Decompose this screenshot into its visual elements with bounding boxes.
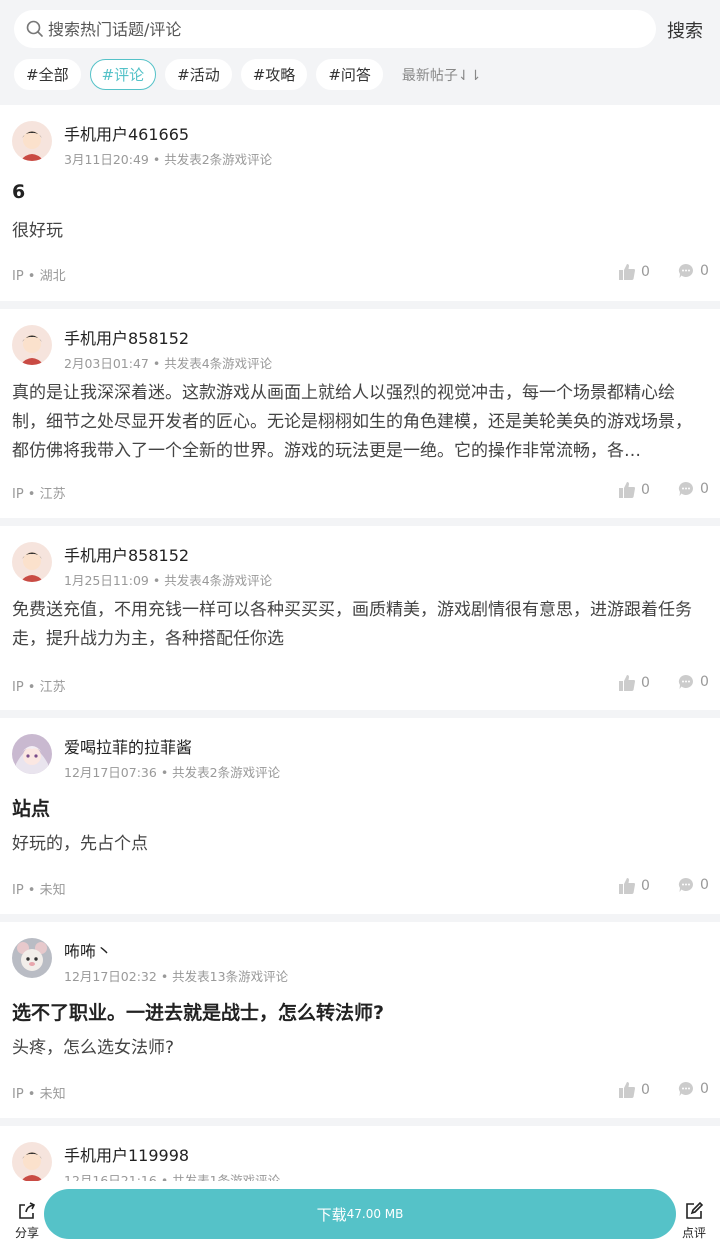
review-count: 共发表13条游戏评论 <box>172 969 289 984</box>
share-label: 分享 <box>14 1226 39 1240</box>
avatar[interactable] <box>12 325 52 365</box>
post-card[interactable]: 咘咘丶 12月17日02:32 • 共发表13条游戏评论 选不了职业。一进去就是… <box>0 922 720 1118</box>
review-count: 共发表2条游戏评论 <box>172 765 281 780</box>
post-body: 很好玩 <box>12 221 63 241</box>
like-count: 0 <box>641 674 650 691</box>
post-body: 头疼，怎么选女法师? <box>12 1038 175 1058</box>
search-input[interactable] <box>48 19 628 39</box>
tag-all[interactable]: #全部 <box>14 59 81 90</box>
review-count: 共发表4条游戏评论 <box>164 573 273 588</box>
share-icon <box>19 1202 36 1219</box>
review-button[interactable]: 点评 <box>679 1201 709 1241</box>
comment-icon <box>678 1081 693 1096</box>
avatar[interactable] <box>12 1142 52 1182</box>
avatar[interactable] <box>12 121 52 161</box>
comment-count: 0 <box>700 877 709 893</box>
like-button[interactable]: 0 <box>619 674 650 691</box>
comment-count: 0 <box>700 263 709 279</box>
comment-icon <box>678 481 693 496</box>
avatar[interactable] <box>12 938 52 978</box>
search-button[interactable]: 搜索 <box>667 17 703 43</box>
bottom-action-bar: 分享 下载 47.00 MB 点评 <box>0 1181 720 1247</box>
edit-icon <box>686 1201 704 1219</box>
post-title: 站点 <box>12 798 51 820</box>
comment-icon <box>678 877 693 892</box>
comment-button[interactable]: 0 <box>678 481 709 497</box>
post-title: 选不了职业。一进去就是战士，怎么转法师? <box>12 1002 385 1024</box>
comment-icon <box>678 263 693 278</box>
post-meta: 3月11日20:49 • 共发表2条游戏评论 <box>64 152 273 167</box>
comment-icon <box>678 674 693 689</box>
like-count: 0 <box>641 1081 650 1098</box>
post-time: 2月03日01:47 <box>64 356 149 371</box>
comment-count: 0 <box>700 1081 709 1097</box>
post-meta: 2月03日01:47 • 共发表4条游戏评论 <box>64 356 273 371</box>
username[interactable]: 爱喝拉菲的拉菲酱 <box>64 734 192 758</box>
username[interactable]: 手机用户461665 <box>64 121 189 145</box>
download-button[interactable]: 下载 47.00 MB <box>44 1189 676 1239</box>
username[interactable]: 手机用户119998 <box>64 1142 189 1166</box>
comment-count: 0 <box>700 674 709 690</box>
post-body: 真的是让我深深着迷。这款游戏从画面上就给人以强烈的视觉冲击，每一个场景都精心绘制… <box>12 383 692 461</box>
post-body: 好玩的，先占个点 <box>12 834 148 854</box>
username[interactable]: 手机用户858152 <box>64 542 189 566</box>
ip-location: IP • 未知 <box>12 1087 66 1102</box>
like-button[interactable]: 0 <box>619 481 650 498</box>
review-count: 共发表4条游戏评论 <box>164 356 273 371</box>
ip-location: IP • 湖北 <box>12 269 66 284</box>
comment-button[interactable]: 0 <box>678 877 709 893</box>
share-button[interactable]: 分享 <box>12 1201 42 1241</box>
tag-qa[interactable]: #问答 <box>316 59 383 90</box>
post-time: 12月17日02:32 <box>64 969 157 984</box>
thumbs-up-icon <box>619 1082 635 1098</box>
post-time: 3月11日20:49 <box>64 152 149 167</box>
search-icon <box>26 20 43 37</box>
like-count: 0 <box>641 877 650 894</box>
thumbs-up-icon <box>619 264 635 280</box>
tag-activity[interactable]: #活动 <box>165 59 232 90</box>
post-meta: 12月17日07:36 • 共发表2条游戏评论 <box>64 765 281 780</box>
review-label: 点评 <box>681 1226 706 1240</box>
post-card[interactable]: 手机用户858152 1月25日11:09 • 共发表4条游戏评论 免费送充值，… <box>0 526 720 710</box>
download-label: 下载 <box>316 1205 347 1224</box>
tag-filter-bar: #全部 #评论 #活动 #攻略 #问答 最新帖子⇃⇂ <box>14 59 481 90</box>
search-box[interactable] <box>14 10 656 48</box>
thumbs-up-icon <box>619 482 635 498</box>
sort-dropdown[interactable]: 最新帖子⇃⇂ <box>402 65 481 85</box>
avatar[interactable] <box>12 542 52 582</box>
tag-review[interactable]: #评论 <box>89 59 157 90</box>
comment-button[interactable]: 0 <box>678 263 709 279</box>
username[interactable]: 手机用户858152 <box>64 325 189 349</box>
like-button[interactable]: 0 <box>619 1081 650 1098</box>
like-button[interactable]: 0 <box>619 877 650 894</box>
top-bar: 搜索 #全部 #评论 #活动 #攻略 #问答 最新帖子⇃⇂ <box>0 0 720 103</box>
thumbs-up-icon <box>619 675 635 691</box>
post-card[interactable]: 手机用户461665 3月11日20:49 • 共发表2条游戏评论 6 很好玩 … <box>0 105 720 301</box>
ip-location: IP • 江苏 <box>12 487 66 502</box>
tag-guide[interactable]: #攻略 <box>240 59 308 90</box>
avatar[interactable] <box>12 734 52 774</box>
post-meta: 1月25日11:09 • 共发表4条游戏评论 <box>64 573 273 588</box>
comment-button[interactable]: 0 <box>678 1081 709 1097</box>
like-button[interactable]: 0 <box>619 263 650 280</box>
post-time: 1月25日11:09 <box>64 573 149 588</box>
comment-button[interactable]: 0 <box>678 674 709 690</box>
post-card[interactable]: 手机用户858152 2月03日01:47 • 共发表4条游戏评论 真的是让我深… <box>0 309 720 518</box>
username[interactable]: 咘咘丶 <box>64 938 112 962</box>
post-time: 12月17日07:36 <box>64 765 157 780</box>
like-count: 0 <box>641 263 650 280</box>
thumbs-up-icon <box>619 878 635 894</box>
ip-location: IP • 未知 <box>12 883 66 898</box>
post-card[interactable]: 爱喝拉菲的拉菲酱 12月17日07:36 • 共发表2条游戏评论 站点 好玩的，… <box>0 718 720 914</box>
review-count: 共发表2条游戏评论 <box>164 152 273 167</box>
ip-location: IP • 江苏 <box>12 680 66 695</box>
post-body: 免费送充值，不用充钱一样可以各种买买买，画质精美，游戏剧情很有意思，进游跟着任务… <box>12 600 692 649</box>
post-title: 6 <box>12 181 26 203</box>
download-size: 47.00 MB <box>346 1207 404 1221</box>
like-count: 0 <box>641 481 650 498</box>
comment-count: 0 <box>700 481 709 497</box>
post-meta: 12月17日02:32 • 共发表13条游戏评论 <box>64 969 289 984</box>
